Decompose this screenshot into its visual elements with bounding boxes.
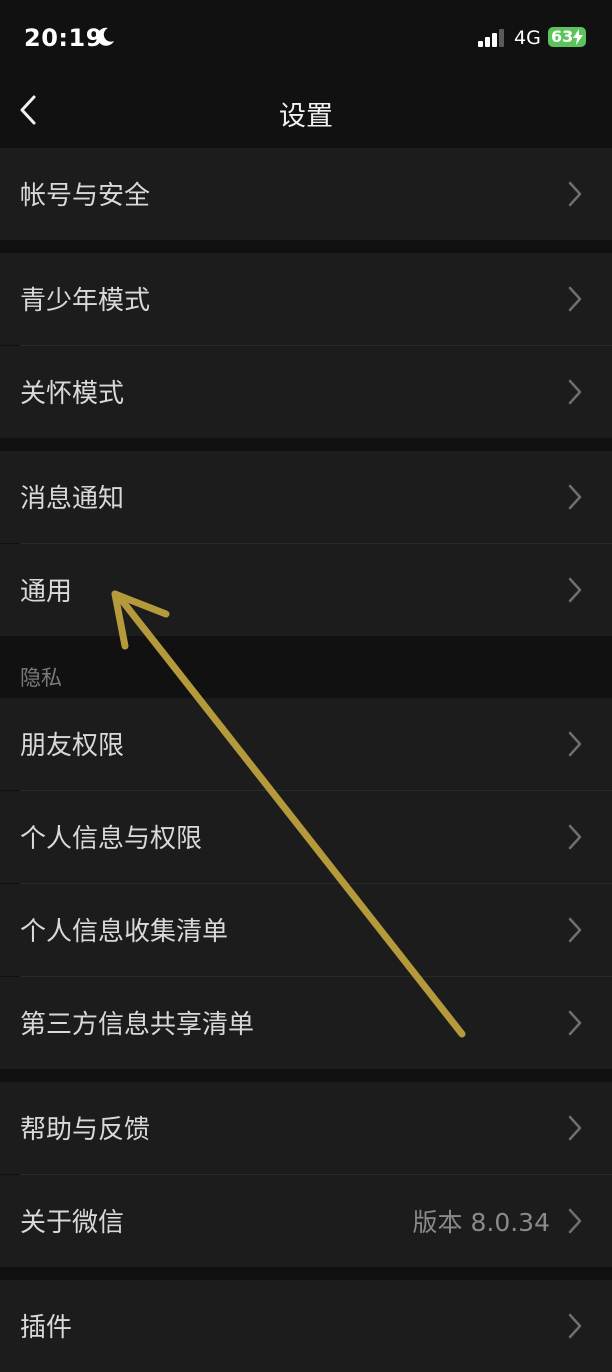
settings-item-label: 个人信息收集清单: [20, 917, 229, 947]
settings-item-general[interactable]: 通用: [0, 544, 612, 636]
settings-item-friend-permissions[interactable]: 朋友权限: [0, 698, 612, 790]
chevron-right-icon: [568, 917, 582, 943]
settings-item-third-party-sharing[interactable]: 第三方信息共享清单: [0, 977, 612, 1069]
battery-level: 63: [551, 27, 574, 46]
moon-icon: [97, 27, 114, 46]
status-bar: 20:19 4G 63: [0, 0, 612, 78]
chevron-right-icon: [568, 577, 582, 603]
settings-item-label: 个人信息与权限: [20, 824, 203, 854]
chevron-right-icon: [568, 1313, 582, 1339]
settings-item-label: 青少年模式: [20, 286, 151, 316]
chevron-right-icon: [568, 731, 582, 757]
chevron-right-icon: [568, 286, 582, 312]
settings-item-label: 关于微信: [20, 1208, 125, 1238]
settings-item-label: 消息通知: [20, 484, 125, 514]
chevron-right-icon: [568, 379, 582, 405]
signal-bars-icon: [478, 29, 504, 47]
settings-item-about-wechat[interactable]: 关于微信 版本 8.0.34: [0, 1175, 612, 1267]
settings-item-info-collection[interactable]: 个人信息收集清单: [0, 884, 612, 976]
settings-item-label: 通用: [20, 577, 73, 607]
page-title: 设置: [279, 101, 333, 132]
network-type: 4G: [514, 27, 541, 49]
settings-item-plugins[interactable]: 插件: [0, 1280, 612, 1372]
section-caption-privacy: 隐私: [20, 666, 62, 690]
settings-item-label: 关怀模式: [20, 379, 125, 409]
status-time: 20:19: [24, 24, 103, 52]
settings-item-personal-info[interactable]: 个人信息与权限: [0, 791, 612, 883]
nav-bar: 设置: [0, 78, 612, 146]
settings-item-label: 帐号与安全: [20, 181, 151, 211]
settings-item-label: 插件: [20, 1313, 73, 1343]
version-text: 版本 8.0.34: [412, 1208, 550, 1237]
chevron-right-icon: [568, 484, 582, 510]
settings-item-help-feedback[interactable]: 帮助与反馈: [0, 1082, 612, 1174]
settings-item-label: 第三方信息共享清单: [20, 1010, 255, 1040]
chevron-right-icon: [568, 1208, 582, 1234]
settings-item-teen-mode[interactable]: 青少年模式: [0, 253, 612, 345]
settings-item-label: 帮助与反馈: [20, 1115, 151, 1145]
chevron-right-icon: [568, 181, 582, 207]
chevron-right-icon: [568, 824, 582, 850]
chevron-right-icon: [568, 1010, 582, 1036]
settings-item-label: 朋友权限: [20, 731, 125, 761]
settings-item-care-mode[interactable]: 关怀模式: [0, 346, 612, 438]
battery-indicator: 63: [548, 27, 586, 47]
settings-item-account-security[interactable]: 帐号与安全: [0, 148, 612, 240]
settings-item-notifications[interactable]: 消息通知: [0, 451, 612, 543]
chevron-right-icon: [568, 1115, 582, 1141]
bolt-icon: [573, 29, 583, 45]
